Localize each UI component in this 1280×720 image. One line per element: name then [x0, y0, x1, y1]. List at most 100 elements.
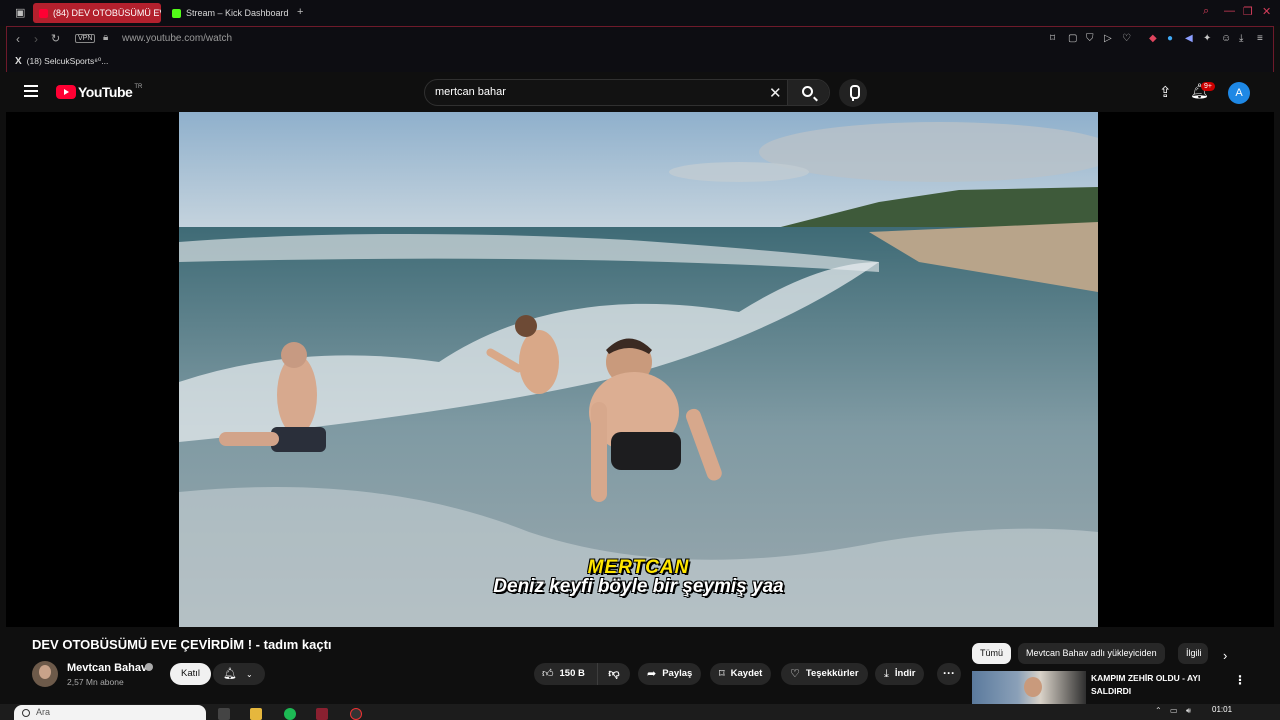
more-actions-icon[interactable]: ···	[937, 663, 961, 685]
extension-icon[interactable]: ●	[1167, 33, 1173, 44]
save-button[interactable]: ⌑ Kaydet	[710, 663, 772, 685]
url-field[interactable]: www.youtube.com/watch	[122, 33, 232, 44]
thanks-label: Teşekkürler	[805, 668, 859, 679]
chevron-right-icon[interactable]: ›	[1223, 648, 1227, 663]
youtube-header: YouTube TR ✕ ⇪ 🔔︎ 9+ A	[6, 72, 1274, 112]
tab-label: Stream – Kick Dashboard	[186, 8, 289, 18]
bookmark-icon: ⌑	[719, 668, 725, 680]
channel-name[interactable]: Mevtcan Bahav	[67, 662, 147, 674]
recommended-title[interactable]: KAMPIM ZEHİR OLDU - AYI SALDIRDI	[1091, 672, 1221, 698]
taskbar: Ara ⌃ ▭ 🔊︎ 01:01	[0, 704, 1280, 720]
join-button[interactable]: Katıl	[170, 663, 212, 685]
tab-youtube[interactable]: (84) DEV OTOBÜSÜMÜ EV	[33, 3, 161, 23]
like-dislike-group: 👍︎ 150 B 👎︎	[534, 663, 630, 685]
spotify-icon[interactable]	[284, 708, 296, 720]
search-button[interactable]	[787, 80, 829, 105]
youtube-play-icon	[56, 85, 76, 99]
video-player[interactable]: MERTCAN Deniz keyfi böyle bir şeymiş yaa	[179, 112, 1098, 627]
taskbar-search[interactable]: Ara	[14, 705, 206, 720]
thumbs-down-icon: 👎︎	[608, 668, 620, 680]
snapshot-icon[interactable]: ▢	[1068, 33, 1077, 44]
share-button[interactable]: ➦ Paylaş	[638, 663, 702, 685]
notification-badge: 9+	[1201, 82, 1215, 91]
profile-icon[interactable]: ☺	[1221, 33, 1231, 44]
share-label: Paylaş	[662, 668, 693, 679]
extension-icon[interactable]: ◆	[1149, 33, 1157, 44]
verified-icon	[145, 663, 153, 671]
chip-related[interactable]: İlgili	[1178, 643, 1208, 664]
download-icon[interactable]: ⤓	[1239, 33, 1243, 44]
video-title: DEV OTOBÜSÜMÜ EVE ÇEVİRDİM ! - tadım kaç…	[32, 637, 332, 652]
reload-icon[interactable]: ↻	[51, 32, 60, 45]
lock-icon[interactable]: 🔒︎	[103, 32, 108, 43]
voice-search-icon[interactable]	[839, 79, 867, 107]
restore-icon[interactable]: ❐	[1243, 5, 1253, 18]
kick-favicon-icon	[172, 8, 181, 18]
chevron-down-icon: ⌄	[246, 670, 253, 679]
player-icon[interactable]: ▷	[1104, 33, 1112, 44]
upload-icon[interactable]: ⇪	[1159, 83, 1172, 101]
bookmark-label: (18) SelcukSports⁸⁰...	[26, 56, 109, 66]
clear-search-icon[interactable]: ✕	[769, 84, 782, 102]
thanks-icon: ♡	[790, 668, 800, 680]
youtube-logo[interactable]: YouTube TR	[56, 84, 142, 100]
avatar[interactable]: A	[1228, 82, 1250, 104]
bell-icon: 🔔︎	[223, 668, 237, 680]
task-view-icon[interactable]	[218, 708, 230, 720]
country-code: TR	[134, 84, 143, 90]
like-button[interactable]: 👍︎ 150 B	[534, 663, 598, 685]
recommended-thumbnail[interactable]	[972, 671, 1086, 704]
menu-icon[interactable]	[24, 85, 38, 97]
close-window-icon[interactable]: ✕	[1262, 5, 1271, 18]
subscription-bell-button[interactable]: 🔔︎ ⌄	[213, 663, 265, 685]
new-tab-button[interactable]: +	[297, 6, 303, 18]
network-icon[interactable]: ▭	[1170, 706, 1178, 715]
search-box: ✕	[424, 79, 830, 106]
file-explorer-icon[interactable]	[250, 708, 262, 720]
adblock-icon[interactable]: ⛉	[1086, 33, 1094, 44]
logo-text: YouTube	[78, 84, 133, 100]
search-icon	[802, 86, 813, 97]
forward-icon[interactable]: ›	[34, 32, 38, 46]
volume-icon[interactable]: 🔊︎	[1186, 706, 1191, 716]
subscriber-count: 2,57 Mn abone	[67, 677, 124, 687]
x-logo-icon: X	[15, 56, 22, 67]
thumbs-up-icon: 👍︎	[542, 668, 554, 680]
bookmark-item[interactable]: X (18) SelcukSports⁸⁰...	[15, 56, 108, 67]
bookmarks-bar: X (18) SelcukSports⁸⁰...	[6, 52, 1274, 72]
thanks-button[interactable]: ♡ Teşekkürler	[781, 663, 868, 685]
download-icon: ⤓	[884, 668, 889, 680]
chip-from-uploader[interactable]: Mevtcan Bahav adlı yükleyiciden	[1018, 643, 1165, 664]
vpn-badge[interactable]: VPN	[75, 34, 96, 43]
browser-icon[interactable]	[316, 708, 328, 720]
extensions-icon[interactable]: ✦	[1203, 33, 1211, 44]
address-bar: ‹ › ↻ VPN 🔒︎ www.youtube.com/watch ⌑ ▢ ⛉…	[6, 26, 1274, 52]
share-icon: ➦	[647, 668, 657, 680]
download-button[interactable]: ⤓ İndir	[875, 663, 925, 685]
youtube-favicon-icon	[39, 8, 48, 18]
workspaces-icon[interactable]: ▣	[15, 6, 25, 19]
chip-all[interactable]: Tümü	[972, 643, 1012, 664]
tray-chevron-icon[interactable]: ⌃	[1155, 706, 1162, 715]
back-icon[interactable]: ‹	[16, 32, 20, 46]
subtitle-text: Deniz keyfi böyle bir şeymiş yaa	[493, 576, 784, 597]
download-label: İndir	[894, 668, 916, 679]
clock[interactable]: 01:01	[1212, 705, 1232, 714]
browser-tab-bar: ▣ (84) DEV OTOBÜSÜMÜ EV Stream – Kick Da…	[0, 0, 1280, 26]
search-input[interactable]	[435, 86, 755, 98]
bookmark-icon[interactable]: ⌑	[1050, 33, 1055, 44]
more-options-icon[interactable]: ⋮	[1234, 673, 1246, 687]
video-frame	[179, 112, 1098, 627]
menu-icon[interactable]: ≡	[1257, 33, 1263, 44]
tab-kick[interactable]: Stream – Kick Dashboard	[166, 3, 290, 23]
audio-icon[interactable]: ◀	[1185, 33, 1193, 44]
minimize-icon[interactable]: —	[1224, 5, 1235, 17]
heart-icon[interactable]: ♡	[1122, 33, 1131, 44]
app-icon[interactable]	[350, 708, 362, 720]
tab-label: (84) DEV OTOBÜSÜMÜ EV	[53, 8, 161, 18]
save-label: Kaydet	[730, 668, 763, 679]
like-count: 150 B	[559, 668, 585, 679]
channel-avatar[interactable]	[32, 661, 58, 687]
dislike-button[interactable]: 👎︎	[598, 663, 630, 685]
search-tabs-icon[interactable]: ⌕	[1203, 5, 1209, 18]
